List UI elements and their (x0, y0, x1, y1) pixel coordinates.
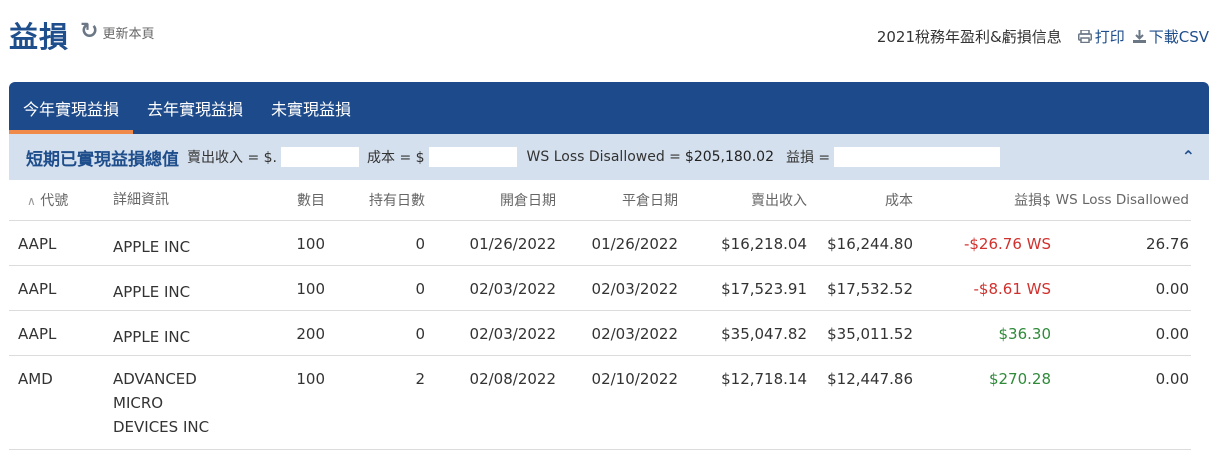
cell-symbol: AMD (18, 370, 53, 388)
header-close-date[interactable]: 平倉日期 (556, 190, 678, 210)
cell-quantity: 100 (296, 280, 325, 298)
ws-loss-summary-value: $205,180.02 (684, 149, 774, 165)
cell-open-date: 02/03/2022 (469, 325, 556, 343)
redaction-mask (834, 147, 1001, 167)
cell-close-date: 02/10/2022 (591, 370, 678, 388)
printer-icon (1077, 30, 1092, 43)
cell-cost: $35,011.52 (827, 325, 913, 343)
cell-cost: $12,447.86 (827, 370, 913, 388)
header-cost[interactable]: 成本 (807, 190, 913, 210)
gain-summary-label: 益損 = (785, 150, 831, 166)
cell-proceeds: $35,047.82 (721, 325, 807, 343)
chevron-up-icon[interactable]: ⌃ (1182, 147, 1195, 166)
cell-open-date: 02/03/2022 (469, 280, 556, 298)
cell-proceeds: $17,523.91 (721, 280, 807, 298)
cell-description: ADVANCED MICRO DEVICES INC (113, 370, 210, 436)
header-symbol[interactable]: ∧ 代號 (9, 190, 113, 210)
table-header-row: ∧ 代號 詳細資訊 數目 持有日數 開倉日期 平倉日期 賣出收入 成本 益損$ … (9, 180, 1191, 221)
realized-gains-table: ∧ 代號 詳細資訊 數目 持有日數 開倉日期 平倉日期 賣出收入 成本 益損$ … (9, 180, 1209, 450)
ws-loss-summary-label: WS Loss Disallowed = (526, 149, 681, 165)
cell-symbol: AAPL (18, 325, 57, 343)
print-button[interactable]: 打印 (1077, 26, 1125, 47)
cell-days-held: 0 (415, 280, 425, 298)
header-quantity[interactable]: 數目 (277, 190, 335, 210)
sort-up-icon: ∧ (27, 194, 36, 208)
cell-quantity: 100 (296, 235, 325, 253)
cell-close-date: 01/26/2022 (591, 235, 678, 253)
cell-gain: $270.28 (988, 370, 1051, 388)
header-ws-loss[interactable]: WS Loss Disallowed (1051, 192, 1189, 208)
download-csv-button[interactable]: 下載CSV (1132, 26, 1209, 47)
section-title: 短期已實現益損總值 (26, 149, 179, 170)
cell-ws-loss: 0.00 (1155, 280, 1189, 298)
refresh-label: 更新本頁 (102, 26, 155, 42)
cell-gain: -$8.61 WS (973, 280, 1051, 298)
cell-cost: $16,244.80 (827, 235, 913, 253)
cell-proceeds: $12,718.14 (721, 370, 807, 388)
table-row: AAPL APPLE INC 200 0 02/03/2022 02/03/20… (9, 311, 1191, 356)
download-icon (1132, 30, 1146, 43)
cell-close-date: 02/03/2022 (591, 280, 678, 298)
cell-description: APPLE INC (113, 238, 191, 256)
cell-open-date: 02/08/2022 (469, 370, 556, 388)
redaction-mask (428, 147, 517, 167)
cell-gain: $36.30 (998, 325, 1052, 343)
cell-ws-loss: 0.00 (1155, 370, 1189, 388)
cell-ws-loss: 0.00 (1155, 325, 1189, 343)
realized-gains-panel: 今年實現益損 去年實現益損 未實現益損 短期已實現益損總值 賣出收入 = $. … (9, 82, 1209, 451)
tab-last-year-realized[interactable]: 去年實現益損 (133, 82, 257, 134)
redaction-mask (281, 147, 359, 167)
top-links: 2021稅務年盈利&虧損信息 打印 下載CSV (877, 26, 1209, 47)
header-open-date[interactable]: 開倉日期 (425, 190, 556, 210)
short-term-summary-header[interactable]: 短期已實現益損總值 賣出收入 = $. 成本 = $ WS Loss Disal… (9, 134, 1209, 180)
cell-symbol: AAPL (18, 280, 57, 298)
cell-symbol: AAPL (18, 235, 57, 253)
header-proceeds[interactable]: 賣出收入 (678, 190, 807, 210)
header-days-held[interactable]: 持有日數 (335, 190, 425, 210)
cell-close-date: 02/03/2022 (591, 325, 678, 343)
header-description[interactable]: 詳細資訊 (113, 188, 277, 212)
cell-cost: $17,532.52 (827, 280, 913, 298)
cost-summary-label: 成本 = $ (367, 150, 425, 166)
refresh-button[interactable]: ↻ 更新本頁 (80, 19, 155, 44)
cell-days-held: 0 (415, 235, 425, 253)
table-row: AMD ADVANCED MICRO DEVICES INC 100 2 02/… (9, 356, 1191, 450)
table-row: AAPL APPLE INC 100 0 01/26/2022 01/26/20… (9, 221, 1191, 266)
tab-bar: 今年實現益損 去年實現益損 未實現益損 (9, 82, 1209, 134)
tax-year-summary-link[interactable]: 2021稅務年盈利&虧損信息 (877, 26, 1062, 47)
header-symbol-label: 代號 (40, 193, 69, 209)
proceeds-summary-label: 賣出收入 = $. (187, 150, 277, 166)
cell-description: APPLE INC (113, 328, 191, 346)
cell-quantity: 200 (296, 325, 325, 343)
cell-proceeds: $16,218.04 (721, 235, 807, 253)
header-gain[interactable]: 益損$ (913, 190, 1051, 210)
cell-ws-loss: 26.76 (1146, 235, 1189, 253)
table-row: AAPL APPLE INC 100 0 02/03/2022 02/03/20… (9, 266, 1191, 311)
cell-days-held: 2 (415, 370, 425, 388)
cell-quantity: 100 (296, 370, 325, 388)
cell-open-date: 01/26/2022 (469, 235, 556, 253)
cell-description: APPLE INC (113, 283, 191, 301)
tab-unrealized[interactable]: 未實現益損 (257, 82, 365, 134)
page-title: 益損 (9, 20, 70, 54)
cell-gain: -$26.76 WS (963, 235, 1051, 253)
cell-days-held: 0 (415, 325, 425, 343)
download-csv-label: 下載CSV (1148, 28, 1209, 46)
refresh-icon: ↻ (80, 19, 99, 44)
tab-this-year-realized[interactable]: 今年實現益損 (9, 82, 134, 134)
print-label: 打印 (1094, 28, 1125, 46)
